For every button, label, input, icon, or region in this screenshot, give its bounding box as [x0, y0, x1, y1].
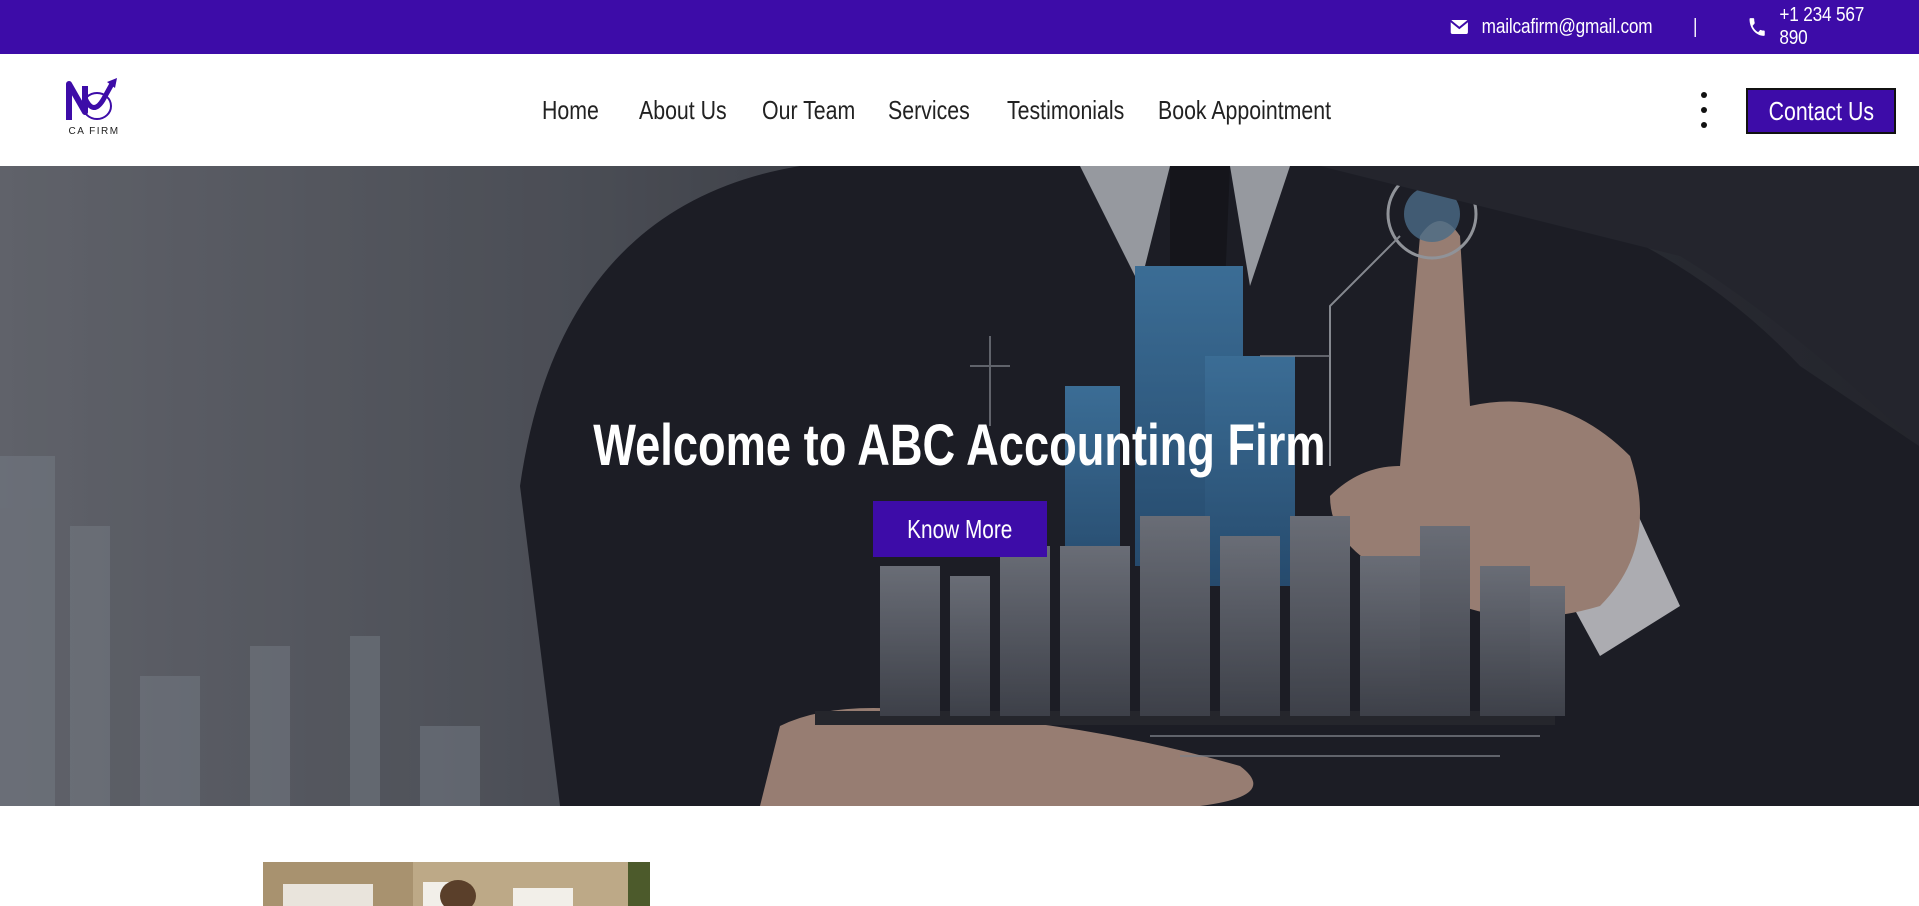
know-more-button[interactable]: Know More [873, 501, 1047, 557]
main-nav: Home About Us Our Team Services Testimon… [0, 54, 1919, 166]
hero-banner: Welcome to ABC Accounting Firm Know More [0, 166, 1919, 806]
phone-link[interactable]: +1 234 567 890 [1747, 0, 1895, 54]
nav-book-appointment[interactable]: Book Appointment [1158, 95, 1331, 126]
hero-overlay [0, 166, 1919, 806]
nav-services[interactable]: Services [888, 95, 970, 126]
phone-icon [1749, 18, 1765, 36]
contact-us-button[interactable]: Contact Us [1746, 88, 1896, 134]
envelope-icon [1450, 20, 1469, 34]
email-text: mailcafirm@gmail.com [1481, 15, 1653, 38]
about-section-image [263, 862, 650, 906]
top-contact-bar: mailcafirm@gmail.com | +1 234 567 890 [0, 0, 1919, 54]
main-header: CA FIRM Home About Us Our Team Services … [0, 54, 1919, 166]
hero-title: Welcome to ABC Accounting Firm [593, 413, 1326, 478]
nav-our-team[interactable]: Our Team [762, 95, 855, 126]
email-link[interactable]: mailcafirm@gmail.com [1449, 0, 1653, 54]
about-photo [263, 862, 650, 906]
nav-about-us[interactable]: About Us [639, 95, 727, 126]
phone-text: +1 234 567 890 [1779, 4, 1865, 49]
nav-testimonials[interactable]: Testimonials [1007, 95, 1124, 126]
nav-home[interactable]: Home [542, 95, 599, 126]
contact-separator: | [1693, 15, 1698, 38]
kebab-menu-icon[interactable] [1694, 92, 1714, 128]
contact-us-label: Contact Us [1768, 95, 1874, 126]
know-more-label: Know More [907, 513, 1013, 544]
